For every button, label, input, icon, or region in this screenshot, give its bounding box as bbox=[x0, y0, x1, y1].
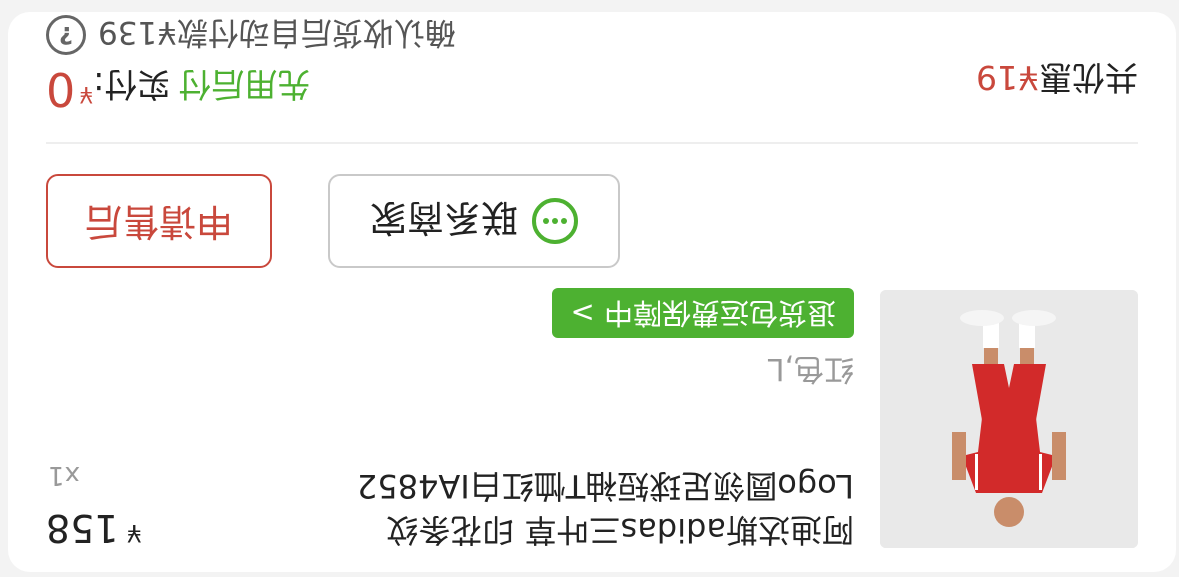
divider bbox=[46, 142, 1138, 144]
contact-seller-button[interactable]: 联系商家 bbox=[328, 174, 620, 268]
product-quantity: x1 bbox=[48, 460, 80, 490]
return-shipping-badge[interactable]: 退货包运费保障中 > bbox=[552, 288, 854, 338]
discount-amount: ¥19 bbox=[976, 58, 1039, 97]
pay-later-label: 先用后付 bbox=[178, 65, 311, 104]
total-discount: 共优惠¥19 bbox=[976, 56, 1138, 104]
price-currency: ¥ bbox=[126, 519, 142, 547]
chat-icon bbox=[532, 198, 578, 244]
help-icon[interactable]: ? bbox=[46, 15, 86, 56]
amount-paid: 先用后付实付:¥0 bbox=[46, 62, 310, 116]
price-value: 158 bbox=[46, 506, 119, 550]
product-image[interactable] bbox=[880, 290, 1138, 548]
product-photo bbox=[880, 290, 1138, 548]
product-price: ¥158 bbox=[46, 506, 142, 550]
product-variant: 红色,L bbox=[767, 351, 854, 386]
product-title[interactable]: 阿迪达斯adidas三叶草 印花条纹Logo圆领足球短袖T恤红白IA4852 bbox=[314, 464, 854, 552]
paid-amount: 0 bbox=[46, 62, 76, 116]
order-card-rotated-view: 阿迪达斯adidas三叶草 印花条纹Logo圆领足球短袖T恤红白IA4852 ¥… bbox=[0, 0, 1179, 577]
auto-pay-notice: 确认收货后自动付款¥139 ? bbox=[46, 13, 456, 58]
paid-label: 实付: bbox=[93, 65, 171, 104]
auto-pay-text: 确认收货后自动付款¥139 bbox=[98, 14, 456, 50]
discount-prefix: 共优惠 bbox=[1039, 58, 1138, 97]
paid-currency: ¥ bbox=[79, 81, 94, 106]
order-card: 阿迪达斯adidas三叶草 印花条纹Logo圆领足球短袖T恤红白IA4852 ¥… bbox=[8, 12, 1176, 572]
apply-aftersale-button[interactable]: 申请售后 bbox=[46, 174, 272, 268]
contact-seller-label: 联系商家 bbox=[370, 196, 518, 239]
